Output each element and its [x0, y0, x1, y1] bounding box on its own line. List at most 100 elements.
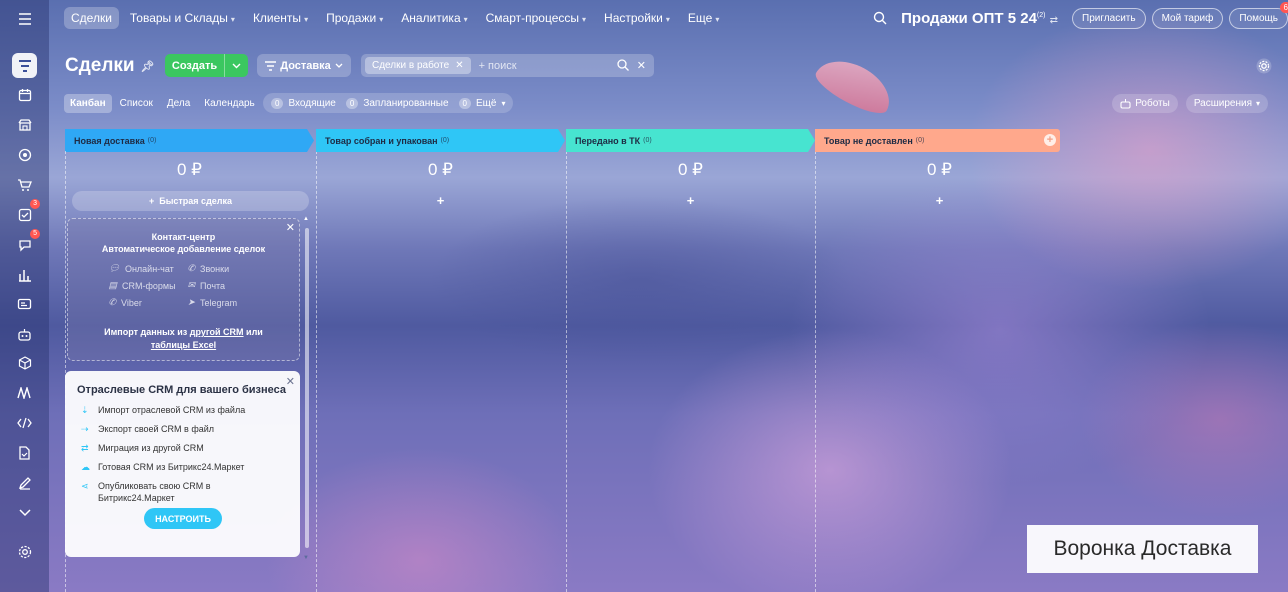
add-deal-plus-icon[interactable]: + [566, 193, 815, 208]
add-deal-plus-icon[interactable]: + [316, 193, 565, 208]
close-icon[interactable]: ✕ [286, 375, 295, 388]
scroll-thumb[interactable] [305, 228, 309, 548]
counter-planned[interactable]: 0 Запланированные [345, 97, 449, 109]
create-button-label[interactable]: Создать [165, 54, 224, 77]
menu-icon[interactable] [12, 6, 37, 31]
add-deal-plus-icon[interactable]: + [815, 193, 1064, 208]
crm-option-label: Миграция из другой CRM [98, 443, 204, 453]
calendar-icon[interactable] [12, 82, 37, 107]
tab-calendar[interactable]: Календарь [198, 94, 260, 113]
funnel-label: Доставка [280, 59, 331, 72]
crm-option-migrate[interactable]: ⇄ Миграция из другой CRM [81, 442, 300, 454]
channel-openline[interactable]: 💬︎ Онлайн-чат [109, 263, 180, 274]
channel-crm-forms[interactable]: ▤ CRM-формы [109, 280, 180, 291]
funnel-selector[interactable]: Доставка [257, 54, 351, 77]
import-prefix: Импорт данных из [104, 327, 190, 337]
search-icon[interactable] [617, 59, 629, 71]
column-header[interactable]: Передано в ТК (0) [566, 129, 815, 152]
main-navigation: Сделки Товары и Склады ▾ Клиенты ▾ Продажи… [64, 6, 726, 30]
target-icon[interactable] [12, 142, 37, 167]
settings-gear-icon[interactable] [12, 539, 37, 564]
column-title: Передано в ТК [575, 135, 641, 146]
help-button[interactable]: Помощь [1229, 7, 1288, 29]
search-input[interactable]: + поиск [479, 60, 617, 72]
settings-gear-icon[interactable] [1256, 58, 1272, 74]
scroll-down-icon[interactable]: ▼ [303, 555, 309, 561]
scroll-up-icon[interactable]: ▲ [303, 216, 309, 222]
developer-icon[interactable] [12, 410, 37, 435]
crm-filter-icon[interactable] [12, 53, 37, 78]
clear-icon[interactable]: ✕ [637, 59, 646, 72]
chevron-down-icon: ▾ [715, 15, 720, 24]
document-sign-icon[interactable] [12, 440, 37, 465]
background-petal [810, 49, 900, 121]
filter-tag[interactable]: Сделки в работе ✕ [365, 57, 471, 74]
nav-settings[interactable]: Настройки ▾ [597, 7, 677, 29]
import-other-crm-link[interactable]: другой CRM [190, 327, 244, 337]
search-icon[interactable] [873, 11, 887, 25]
channel-mail[interactable]: ✉ Почта [188, 280, 259, 291]
robot-icon[interactable] [12, 322, 37, 347]
tab-kanban[interactable]: Канбан [64, 93, 112, 113]
analytics-icon[interactable] [12, 262, 37, 287]
quick-deal-label: Быстрая сделка [159, 196, 233, 206]
chat-icon[interactable]: 5 [12, 229, 40, 257]
page-title-text: Сделки [65, 55, 135, 76]
quick-deal-button[interactable]: + Быстрая сделка [72, 191, 309, 211]
column-header[interactable]: Новая доставка (0) [65, 129, 314, 152]
store-icon[interactable] [12, 112, 37, 137]
market-icon[interactable] [12, 380, 37, 405]
nav-deals[interactable]: Сделки [64, 7, 119, 29]
configure-button[interactable]: НАСТРОИТЬ [144, 508, 222, 529]
nav-label: Смарт-процессы [485, 11, 580, 25]
channel-telegram[interactable]: ➤ Telegram [188, 297, 259, 308]
nav-smart-processes[interactable]: Смарт-процессы ▾ [479, 7, 593, 29]
chevron-down-icon[interactable] [12, 500, 37, 525]
nav-more[interactable]: Еще ▾ [681, 7, 726, 29]
close-icon[interactable]: ✕ [286, 221, 295, 234]
column-sum: 0 ₽ [678, 160, 703, 179]
column-count: (0) [915, 137, 925, 144]
nav-sales[interactable]: Продажи ▾ [319, 7, 390, 29]
filter-search[interactable]: Сделки в работе ✕ + поиск ✕ [361, 54, 654, 77]
column-sum: 0 ₽ [927, 160, 952, 179]
nav-products[interactable]: Товары и Склады ▾ [123, 7, 242, 29]
tasks-icon[interactable]: 3 [12, 199, 40, 227]
cart-icon[interactable] [12, 172, 37, 197]
nav-clients[interactable]: Клиенты ▾ [246, 7, 315, 29]
extensions-button[interactable]: Расширения ▾ [1185, 94, 1268, 113]
column-scrollbar[interactable]: ▲ ▼ [303, 216, 309, 561]
kanban-column-packed: Товар собран и упакован (0) 0 ₽ + [316, 129, 565, 592]
column-header[interactable]: Товар не доставлен (0) + [815, 129, 1060, 152]
counter-incoming[interactable]: 0 Входящие [271, 97, 336, 109]
contact-center-icon[interactable] [12, 292, 37, 317]
box-icon[interactable] [12, 350, 37, 375]
telegram-icon: ➤ [187, 297, 196, 307]
chevron-down-icon[interactable] [224, 54, 248, 77]
pin-icon[interactable]: 📌︎ [141, 60, 155, 73]
import-excel-link[interactable]: таблицы Excel [151, 340, 216, 350]
crm-option-publish[interactable]: ⋖ Опубликовать свою CRM в Битрикс24.Марке… [81, 480, 300, 504]
tab-activities[interactable]: Дела [161, 94, 196, 113]
crm-option-import[interactable]: ⇣ Импорт отраслевой CRM из файла [81, 404, 300, 416]
help-badge: 6 [1279, 1, 1288, 13]
close-icon[interactable]: ✕ [455, 60, 463, 71]
portal-name[interactable]: Продажи ОПТ 5 24(2) ⇄ [901, 10, 1058, 27]
column-header[interactable]: Товар собран и упакован (0) [316, 129, 565, 152]
create-button[interactable]: Создать [165, 54, 248, 77]
channel-viber[interactable]: ✆ Viber [109, 297, 180, 308]
counter-more[interactable]: 0 Ещё ▾ [458, 97, 505, 109]
channel-label: Звонки [200, 263, 230, 274]
nav-analytics[interactable]: Аналитика ▾ [394, 7, 474, 29]
pen-icon[interactable] [12, 470, 37, 495]
robots-button[interactable]: Роботы [1112, 94, 1178, 113]
channel-calls[interactable]: ✆ Звонки [188, 263, 259, 274]
tab-list[interactable]: Список [114, 94, 159, 113]
add-stage-plus-icon[interactable]: + [1044, 134, 1056, 146]
crm-option-export[interactable]: ⇢ Экспорт своей CRM в файл [81, 423, 300, 435]
nav-label: Сделки [71, 11, 112, 25]
contact-center-title-line2: Автоматическое добавление сделок [101, 244, 266, 254]
invite-button[interactable]: Пригласить [1072, 7, 1146, 29]
crm-option-market[interactable]: ☁ Готовая CRM из Битрикс24.Маркет [81, 461, 300, 473]
tariff-button[interactable]: Мой тариф [1151, 7, 1224, 29]
